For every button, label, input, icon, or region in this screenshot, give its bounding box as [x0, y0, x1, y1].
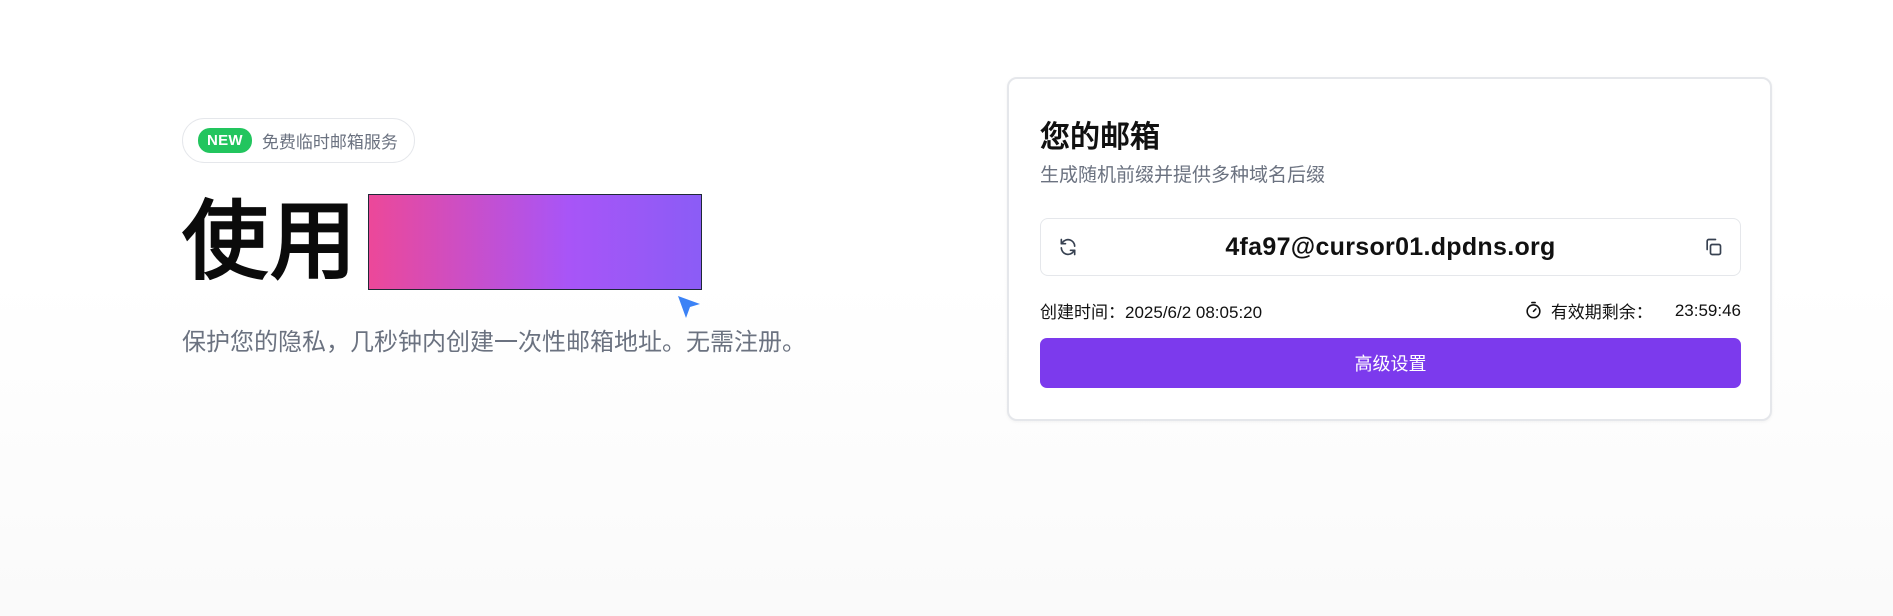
email-display: 4fa97@cursor01.dpdns.org: [1040, 218, 1741, 276]
copy-icon: [1706, 238, 1722, 256]
headline-text: 使用: [182, 192, 358, 292]
expiry-label: 有效期剩余：: [1550, 303, 1653, 322]
badge-text: 免费临时邮箱服务: [261, 133, 398, 152]
advanced-settings-button[interactable]: 高级设置: [1040, 338, 1741, 388]
mouse-cursor-icon: [678, 296, 700, 318]
card-title: 您的邮箱: [1040, 121, 1160, 154]
hero-subtitle: 保护您的隐私，几秒钟内创建一次性邮箱地址。无需注册。: [182, 329, 806, 356]
card-description: 生成随机前缀并提供多种域名后缀: [1040, 165, 1326, 186]
refresh-button[interactable]: [1055, 234, 1081, 260]
refresh-icon: [1060, 238, 1076, 256]
created-value: 2025/6/2 08:05:20: [1125, 303, 1263, 322]
created-info: 创建时间：2025/6/2 08:05:20: [1040, 298, 1262, 323]
email-meta: 创建时间：2025/6/2 08:05:20 有效期剩余： 23:59:46: [1040, 295, 1741, 323]
email-address[interactable]: 4fa97@cursor01.dpdns.org: [1225, 233, 1555, 262]
expiry-value: 23:59:46: [1674, 300, 1741, 320]
copy-button[interactable]: [1700, 234, 1726, 260]
headline-gradient-highlight: [368, 194, 702, 290]
created-label: 创建时间：: [1040, 303, 1125, 322]
service-badge: NEW 免费临时邮箱服务: [182, 118, 415, 163]
email-card: 您的邮箱 生成随机前缀并提供多种域名后缀 4fa97@cursor01.dpdn…: [1007, 77, 1772, 421]
timer-icon: [1526, 301, 1541, 319]
hero-section: NEW 免费临时邮箱服务 使用 保护您的隐私，几秒钟内创建一次性邮箱地址。无需注…: [182, 118, 882, 356]
expiry-info: 有效期剩余： 23:59:46: [1524, 298, 1741, 323]
new-badge: NEW: [198, 128, 252, 153]
headline: 使用: [182, 194, 702, 290]
